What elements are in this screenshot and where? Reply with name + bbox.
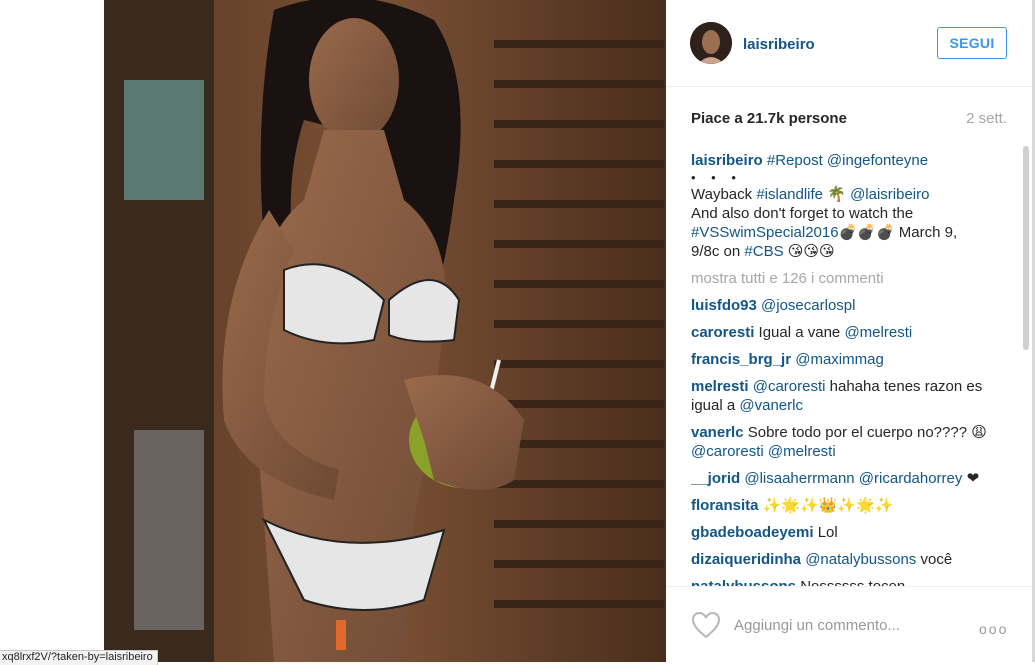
caption-text: March 9, <box>894 224 958 241</box>
avatar-image <box>690 22 732 64</box>
mention-link[interactable]: @natalybussons <box>805 551 916 568</box>
comment-text: Igual a vane <box>758 324 841 341</box>
hashtag-link[interactable]: #islandlife <box>756 186 823 203</box>
caption-dots: • • • <box>691 170 742 185</box>
heart-emoji-icon: ❤ <box>966 469 980 487</box>
post-timestamp[interactable]: 2 sett. <box>966 110 1007 127</box>
comment-username[interactable]: melresti <box>691 378 749 395</box>
comment-text: Sobre todo por el cuerpo no???? <box>747 424 968 441</box>
likes-row: Piace a 21.7k persone 2 sett. <box>691 110 1007 130</box>
hashtag-link[interactable]: #VSSwimSpecial2016 <box>691 224 839 241</box>
post-footer: Aggiungi un commento... ooo <box>666 586 1035 663</box>
comment-username[interactable]: dizaiqueridinha <box>691 551 801 568</box>
comments-list[interactable]: laisribeiro #Repost @ingefonteyne • • • … <box>691 151 1011 587</box>
caption-line: 9/8c on #CBS 😘😘😘 <box>691 242 1011 261</box>
weary-face-icon: 😩 <box>971 423 987 441</box>
mention-link[interactable]: @melresti <box>768 443 836 460</box>
photo-illustration <box>104 0 666 662</box>
list-item: francis_brg_jr @maximmag <box>691 350 1011 369</box>
caption-text: Wayback <box>691 186 753 203</box>
post-side-panel: laisribeiro SEGUI Piace a 21.7k persone … <box>666 0 1035 662</box>
mention-link[interactable]: @vanerlc <box>739 397 803 414</box>
follow-button[interactable]: SEGUI <box>937 27 1007 59</box>
post-header: laisribeiro SEGUI <box>666 0 1035 87</box>
mention-link[interactable]: @caroresti <box>691 443 764 460</box>
caption-line: laisribeiro #Repost @ingefonteyne <box>691 151 1011 170</box>
list-item: melresti @caroresti hahaha tenes razon e… <box>691 377 1011 415</box>
post-username[interactable]: laisribeiro <box>743 36 815 53</box>
hashtag-link[interactable]: #CBS <box>744 243 783 260</box>
caption-username[interactable]: laisribeiro <box>691 152 763 169</box>
mention-link[interactable]: @josecarlospl <box>761 297 855 314</box>
list-item: gbadeboadeyemi Lol <box>691 523 1011 542</box>
caption-text: 9/8c on <box>691 243 741 260</box>
list-item: __jorid @lisaaherrmann @ricardahorrey ❤ <box>691 469 1011 488</box>
heart-outline-icon[interactable] <box>691 611 721 639</box>
list-item: floransita ✨🌟✨👑✨🌟✨ <box>691 496 1011 515</box>
comment-username[interactable]: francis_brg_jr <box>691 351 791 368</box>
show-all-comments-link[interactable]: mostra tutti e 126 i commenti <box>691 269 1011 288</box>
status-bar-url: xq8lrxf2V/?taken-by=laisribeiro <box>0 650 158 665</box>
kiss-face-icon: 😘😘😘 <box>787 242 835 260</box>
list-item: dizaiqueridinha @natalybussons você <box>691 550 1011 569</box>
comment-username[interactable]: vanerlc <box>691 424 744 441</box>
caption-line: Wayback #islandlife 🌴 @laisribeiro <box>691 185 1011 204</box>
mention-link[interactable]: @maximmag <box>795 351 884 368</box>
post-photo[interactable] <box>104 0 666 662</box>
hashtag-link[interactable]: #Repost <box>767 152 823 169</box>
mention-link[interactable]: @caroresti <box>753 378 826 395</box>
comments-scrollbar[interactable] <box>1023 146 1029 582</box>
comment-username[interactable]: luisfdo93 <box>691 297 757 314</box>
comment-username[interactable]: __jorid <box>691 470 740 487</box>
avatar[interactable] <box>690 22 732 64</box>
add-comment-input[interactable]: Aggiungi un commento... <box>734 617 900 634</box>
bomb-icon: 💣💣💣 <box>838 223 895 241</box>
caption-line: #VSSwimSpecial2016💣💣💣 March 9, <box>691 223 1011 242</box>
comment-username[interactable]: caroresti <box>691 324 754 341</box>
list-item: vanerlc Sobre todo por el cuerpo no???? … <box>691 423 1011 461</box>
caption-line: And also don't forget to watch the <box>691 205 914 222</box>
comment-username[interactable]: floransita <box>691 497 759 514</box>
caption: laisribeiro #Repost @ingefonteyne • • • … <box>691 151 1011 261</box>
mention-link[interactable]: @lisaaherrmann @ricardahorrey <box>744 470 962 487</box>
comment-username[interactable]: gbadeboadeyemi <box>691 524 814 541</box>
comment-text: você <box>916 551 953 568</box>
palm-tree-icon: 🌴 <box>827 185 846 203</box>
comment-text: Lol <box>817 524 838 541</box>
sparkles-icon: ✨🌟✨👑✨🌟✨ <box>762 496 894 514</box>
list-item: caroresti Igual a vane @melresti <box>691 323 1011 342</box>
likes-count[interactable]: Piace a 21.7k persone <box>691 110 847 127</box>
list-item: luisfdo93 @josecarlospl <box>691 296 1011 315</box>
page-gutter <box>0 0 104 662</box>
mention-link[interactable]: @laisribeiro <box>850 186 929 203</box>
mention-link[interactable]: @ingefonteyne <box>827 152 928 169</box>
more-options-icon[interactable]: ooo <box>979 621 1008 637</box>
mention-link[interactable]: @melresti <box>844 324 912 341</box>
scroll-thumb[interactable] <box>1023 146 1029 350</box>
